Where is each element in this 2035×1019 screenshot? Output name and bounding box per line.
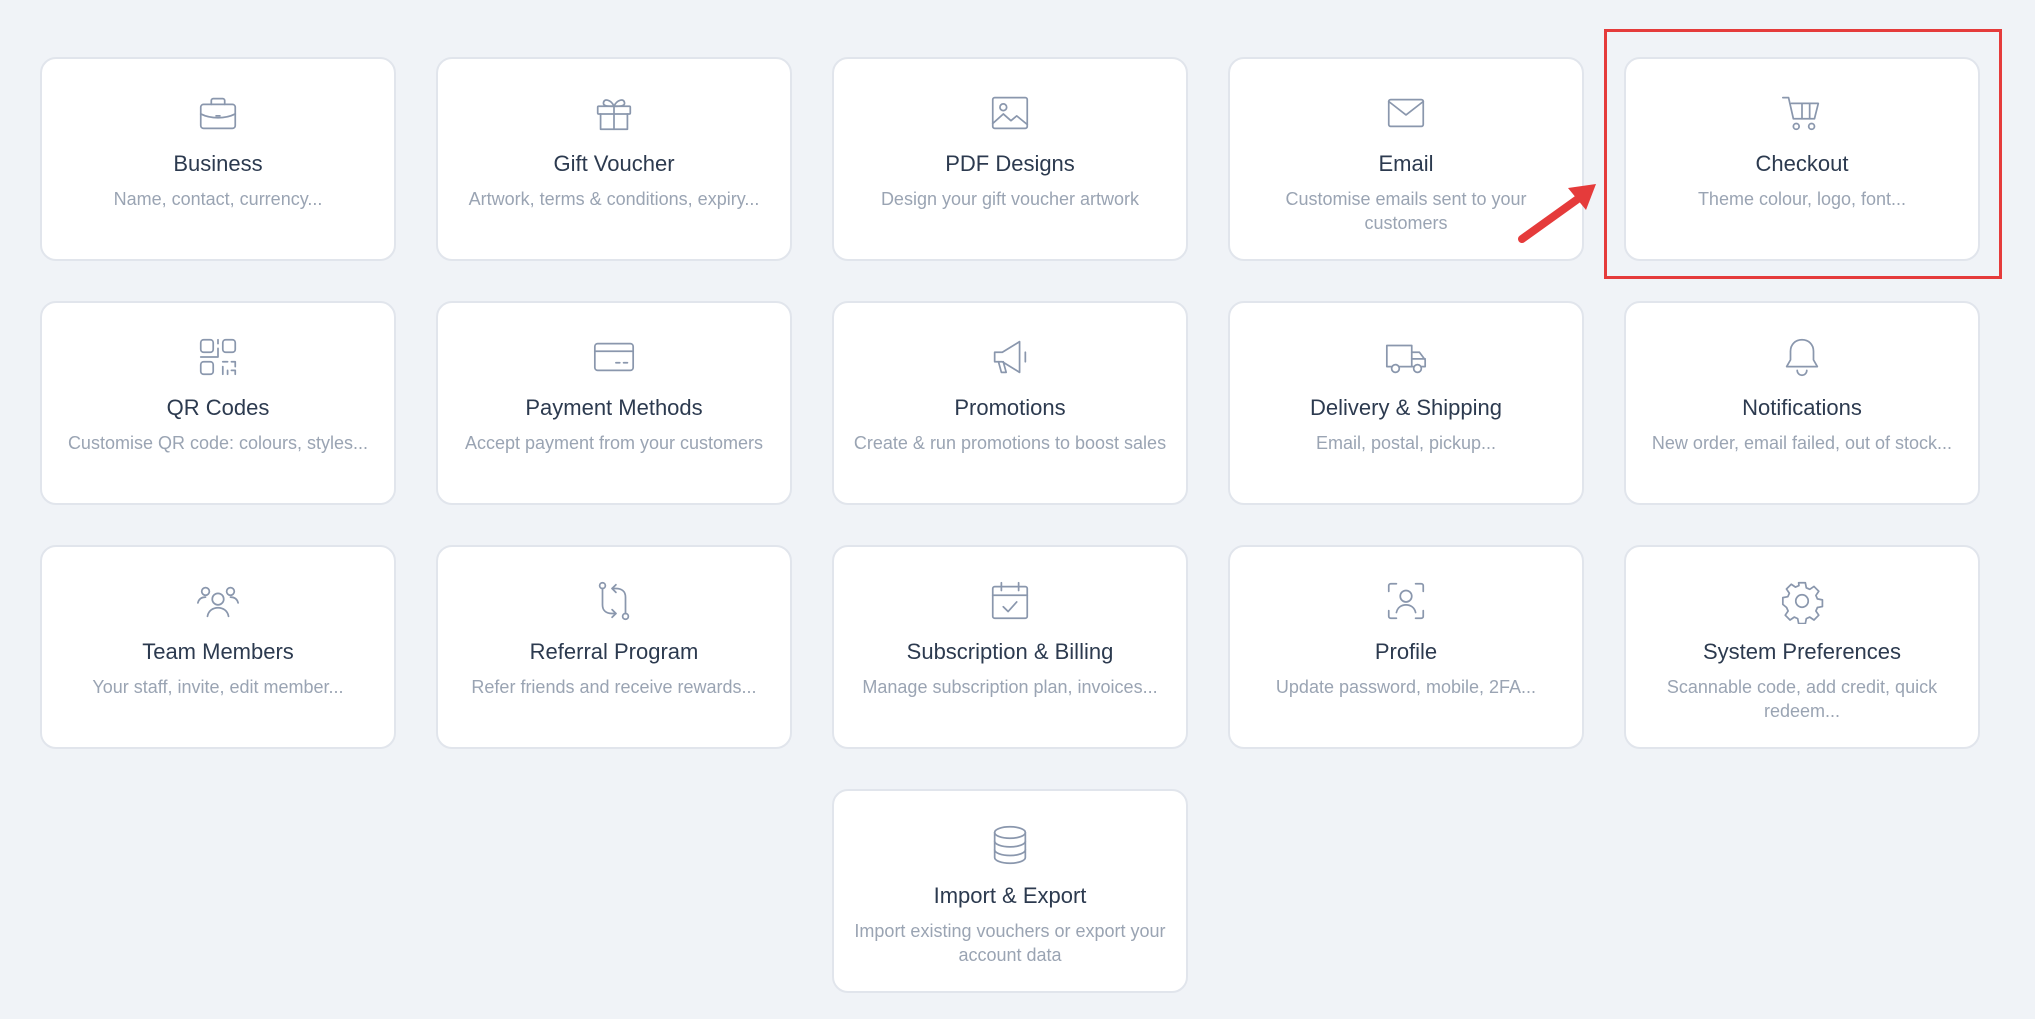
card-title: Gift Voucher — [553, 151, 675, 176]
card-description: Name, contact, currency... — [113, 189, 323, 209]
card-title: Notifications — [1742, 395, 1862, 420]
qr-code-icon — [42, 333, 394, 381]
card-pdf-designs[interactable]: PDF Designs Design your gift voucher art… — [832, 57, 1188, 261]
card-description: Artwork, terms & conditions, expiry... — [468, 189, 760, 209]
card-gift-voucher[interactable]: Gift Voucher Artwork, terms & conditions… — [436, 57, 792, 261]
image-icon — [834, 89, 1186, 137]
briefcase-icon — [42, 89, 394, 137]
card-payment-methods[interactable]: Payment Methods Accept payment from your… — [436, 301, 792, 505]
envelope-icon — [1230, 89, 1582, 137]
bell-icon — [1626, 333, 1978, 381]
card-description: Manage subscription plan, invoices... — [862, 677, 1158, 697]
megaphone-icon — [834, 333, 1186, 381]
card-promotions[interactable]: Promotions Create & run promotions to bo… — [832, 301, 1188, 505]
user-scan-icon — [1230, 577, 1582, 625]
gear-icon — [1626, 577, 1978, 625]
card-description: Import existing vouchers or export your … — [854, 921, 1166, 965]
card-title: Import & Export — [933, 883, 1087, 908]
card-title: Delivery & Shipping — [1310, 395, 1502, 420]
card-delivery-shipping[interactable]: Delivery & Shipping Email, postal, picku… — [1228, 301, 1584, 505]
card-referral-program[interactable]: Referral Program Refer friends and recei… — [436, 545, 792, 749]
card-team-members[interactable]: Team Members Your staff, invite, edit me… — [40, 545, 396, 749]
truck-icon — [1230, 333, 1582, 381]
card-subscription-billing[interactable]: Subscription & Billing Manage subscripti… — [832, 545, 1188, 749]
card-business[interactable]: Business Name, contact, currency... — [40, 57, 396, 261]
card-title: Referral Program — [529, 639, 699, 664]
gift-icon — [438, 89, 790, 137]
card-description: Email, postal, pickup... — [1315, 433, 1497, 453]
calendar-check-icon — [834, 577, 1186, 625]
credit-card-icon — [438, 333, 790, 381]
card-import-export[interactable]: Import & Export Import existing vouchers… — [832, 789, 1188, 993]
card-title: QR Codes — [166, 395, 270, 420]
card-checkout[interactable]: Checkout Theme colour, logo, font... — [1624, 57, 1980, 261]
card-description: Refer friends and receive rewards... — [471, 677, 757, 697]
card-notifications[interactable]: Notifications New order, email failed, o… — [1624, 301, 1980, 505]
database-icon — [834, 821, 1186, 869]
card-description: Theme colour, logo, font... — [1697, 189, 1907, 209]
card-title: System Preferences — [1702, 639, 1902, 664]
card-description: Accept payment from your customers — [464, 433, 764, 453]
card-title: Business — [173, 151, 263, 176]
card-profile[interactable]: Profile Update password, mobile, 2FA... — [1228, 545, 1584, 749]
card-title: Team Members — [142, 639, 294, 664]
card-description: Customise emails sent to your customers — [1285, 189, 1527, 233]
card-description: Update password, mobile, 2FA... — [1275, 677, 1537, 697]
card-title: Subscription & Billing — [906, 639, 1114, 664]
card-title: Profile — [1374, 639, 1438, 664]
cart-icon — [1626, 89, 1978, 137]
card-description: Scannable code, add credit, quick redeem… — [1666, 677, 1938, 721]
card-title: Email — [1378, 151, 1434, 176]
card-qr-codes[interactable]: QR Codes Customise QR code: colours, sty… — [40, 301, 396, 505]
exchange-icon — [438, 577, 790, 625]
card-description: Create & run promotions to boost sales — [853, 433, 1167, 453]
card-title: Checkout — [1755, 151, 1849, 176]
card-title: Promotions — [954, 395, 1066, 420]
card-description: Your staff, invite, edit member... — [92, 677, 344, 697]
card-system-preferences[interactable]: System Preferences Scannable code, add c… — [1624, 545, 1980, 749]
card-email[interactable]: Email Customise emails sent to your cust… — [1228, 57, 1584, 261]
card-description: Design your gift voucher artwork — [880, 189, 1140, 209]
users-icon — [42, 577, 394, 625]
card-title: Payment Methods — [525, 395, 703, 420]
card-description: New order, email failed, out of stock... — [1651, 433, 1953, 453]
card-title: PDF Designs — [945, 151, 1075, 176]
card-description: Customise QR code: colours, styles... — [67, 433, 369, 453]
